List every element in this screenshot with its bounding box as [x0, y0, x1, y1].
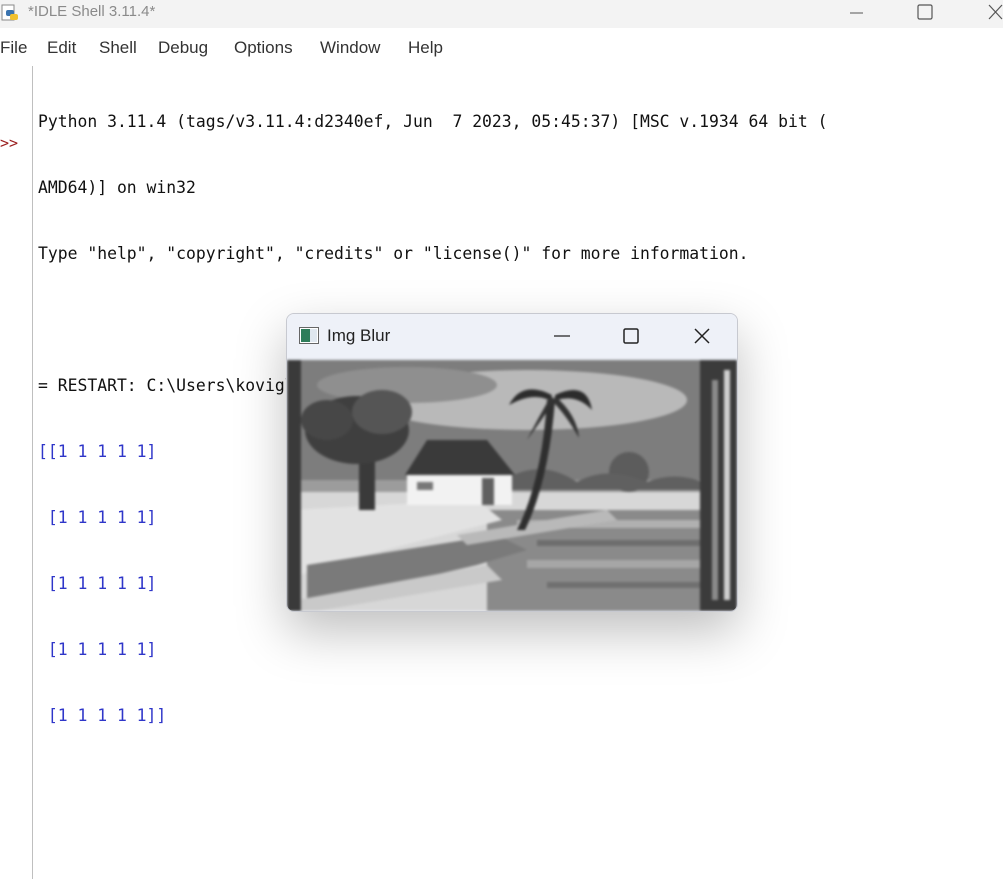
menu-edit[interactable]: Edit [47, 38, 76, 58]
menu-file[interactable]: File [0, 38, 27, 58]
shell-prompt: >>> [0, 134, 19, 152]
menu-window[interactable]: Window [320, 38, 380, 58]
image-app-icon [299, 327, 319, 344]
output-line: [1 1 1 1 1]] [38, 706, 167, 725]
menu-debug[interactable]: Debug [158, 38, 208, 58]
menu-bar: File Edit Shell Debug Options Window Hel… [0, 38, 1003, 64]
minimize-icon [850, 12, 863, 14]
img-maximize-button[interactable] [611, 320, 651, 352]
shell-line: Python 3.11.4 (tags/v3.11.4:d2340ef, Jun… [38, 112, 828, 131]
minimize-icon [554, 335, 570, 337]
output-line: [1 1 1 1 1] [38, 640, 157, 659]
maximize-icon [623, 328, 639, 344]
close-button[interactable] [972, 0, 1003, 28]
window-title: *IDLE Shell 3.11.4* [28, 3, 156, 20]
menu-shell[interactable]: Shell [99, 38, 137, 58]
img-blur-window: Img Blur [286, 313, 738, 612]
landscape-image [287, 360, 737, 611]
maximize-button[interactable] [902, 0, 948, 28]
python-icon [0, 2, 22, 24]
img-blur-title: Img Blur [327, 326, 391, 345]
menu-options[interactable]: Options [234, 38, 293, 58]
img-blur-title-bar[interactable]: Img Blur [287, 314, 737, 358]
img-close-button[interactable] [683, 320, 723, 352]
close-icon [988, 4, 1003, 20]
maximize-icon [917, 4, 933, 20]
blurred-image [287, 360, 737, 611]
shell-sidebar [0, 66, 33, 879]
close-icon [694, 328, 710, 344]
title-bar: *IDLE Shell 3.11.4* [0, 0, 1003, 28]
minimize-button[interactable] [832, 0, 878, 28]
shell-line: AMD64)] on win32 [38, 178, 196, 197]
img-minimize-button[interactable] [542, 320, 582, 352]
shell-line: Type "help", "copyright", "credits" or "… [38, 244, 749, 263]
menu-help[interactable]: Help [408, 38, 443, 58]
